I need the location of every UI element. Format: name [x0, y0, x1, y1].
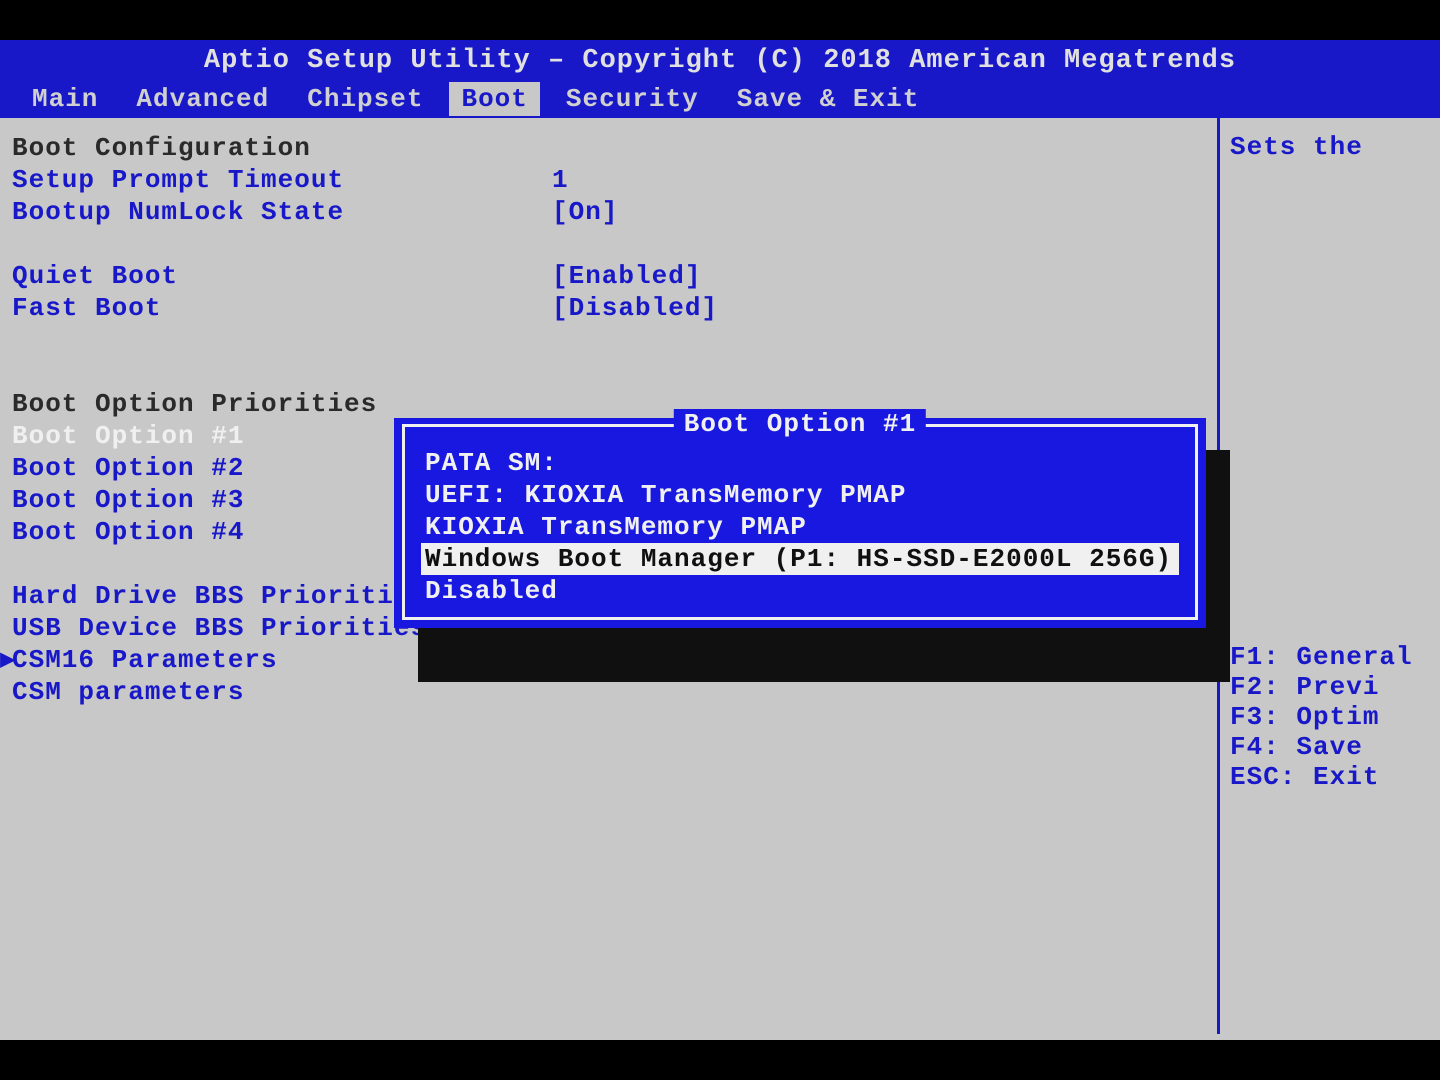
fast-boot-label: Fast Boot — [12, 292, 552, 324]
help-key-f3: F3: Optim — [1230, 702, 1430, 732]
help-key-f1: F1: General — [1230, 642, 1430, 672]
popup-frame: Boot Option #1 PATA SM: UEFI: KIOXIA Tra… — [402, 424, 1198, 620]
help-text: Sets the — [1230, 132, 1430, 162]
help-panel: Sets the F1: General F2: Previ F3: Optim… — [1220, 118, 1440, 1034]
setup-prompt-label: Setup Prompt Timeout — [12, 164, 552, 196]
bootup-numlock-state[interactable]: Bootup NumLock State [On] — [12, 196, 1205, 228]
submenu-caret-icon: ▶ — [0, 644, 17, 676]
header-title: Aptio Setup Utility – Copyright (C) 2018… — [10, 44, 1430, 82]
numlock-label: Bootup NumLock State — [12, 196, 552, 228]
help-key-f4: F4: Save — [1230, 732, 1430, 762]
popup-title: Boot Option #1 — [674, 409, 926, 439]
popup-item-disabled[interactable]: Disabled — [421, 575, 1179, 607]
tab-bar: Main Advanced Chipset Boot Security Save… — [10, 82, 1430, 116]
quiet-boot[interactable]: Quiet Boot [Enabled] — [12, 260, 1205, 292]
setup-prompt-timeout[interactable]: Setup Prompt Timeout 1 — [12, 164, 1205, 196]
popup-item-pata[interactable]: PATA SM: — [421, 447, 1179, 479]
tab-chipset[interactable]: Chipset — [295, 82, 435, 116]
tab-save-exit[interactable]: Save & Exit — [725, 82, 932, 116]
main-panel: Boot Configuration Setup Prompt Timeout … — [0, 118, 1220, 1034]
boot-option-popup: Boot Option #1 PATA SM: UEFI: KIOXIA Tra… — [394, 418, 1206, 628]
tab-main[interactable]: Main — [20, 82, 110, 116]
tab-advanced[interactable]: Advanced — [124, 82, 281, 116]
numlock-value: [On] — [552, 196, 618, 228]
setup-prompt-value: 1 — [552, 164, 569, 196]
help-key-f2: F2: Previ — [1230, 672, 1430, 702]
help-key-esc: ESC: Exit — [1230, 762, 1430, 792]
quiet-boot-value: [Enabled] — [552, 260, 701, 292]
fast-boot-value: [Disabled] — [552, 292, 718, 324]
section-boot-priorities: Boot Option Priorities — [12, 388, 552, 420]
quiet-boot-label: Quiet Boot — [12, 260, 552, 292]
body: Boot Configuration Setup Prompt Timeout … — [0, 116, 1440, 1034]
popup-item-usb[interactable]: KIOXIA TransMemory PMAP — [421, 511, 1179, 543]
popup-item-uefi-usb[interactable]: UEFI: KIOXIA TransMemory PMAP — [421, 479, 1179, 511]
section-boot-config: Boot Configuration — [12, 132, 552, 164]
header: Aptio Setup Utility – Copyright (C) 2018… — [0, 40, 1440, 116]
popup-item-windows[interactable]: Windows Boot Manager (P1: HS-SSD-E2000L … — [421, 543, 1179, 575]
fast-boot[interactable]: Fast Boot [Disabled] — [12, 292, 1205, 324]
tab-security[interactable]: Security — [554, 82, 711, 116]
bios-screen: Aptio Setup Utility – Copyright (C) 2018… — [0, 40, 1440, 1040]
tab-boot[interactable]: Boot — [449, 82, 539, 116]
